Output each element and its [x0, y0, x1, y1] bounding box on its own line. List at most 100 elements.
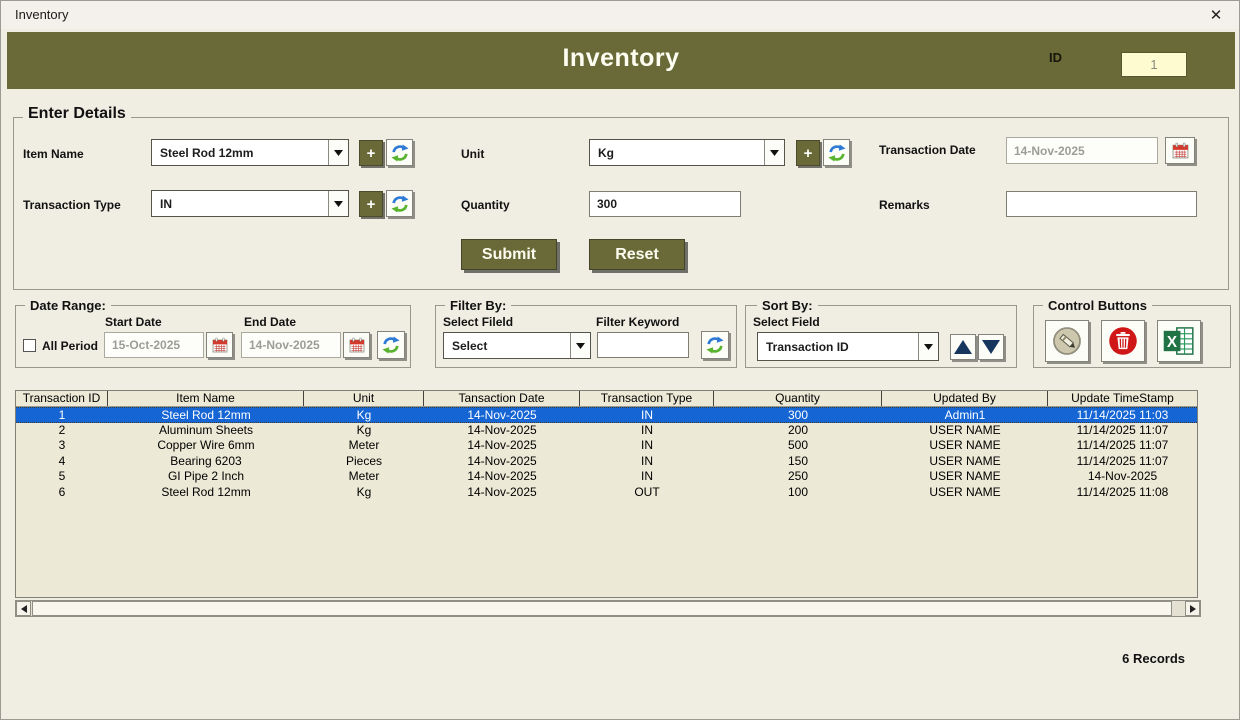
filter-by-legend: Filter By:: [445, 298, 511, 313]
unit-label: Unit: [461, 147, 484, 161]
transaction-date-picker-button[interactable]: [1165, 137, 1195, 164]
table-cell: Meter: [304, 438, 424, 454]
table-row[interactable]: 3Copper Wire 6mmMeter14-Nov-2025IN500USE…: [16, 438, 1197, 454]
all-period-checkbox[interactable]: [23, 339, 36, 352]
item-name-value: Steel Rod 12mm: [152, 140, 328, 165]
refresh-units-button[interactable]: [823, 139, 850, 166]
chevron-down-icon[interactable]: [570, 333, 590, 358]
remarks-label: Remarks: [879, 198, 930, 212]
table-cell: 4: [16, 454, 108, 470]
edit-record-button[interactable]: [1045, 320, 1089, 362]
date-range-legend: Date Range:: [25, 298, 111, 313]
table-cell: 14-Nov-2025: [424, 438, 580, 454]
refresh-items-button[interactable]: [386, 139, 413, 166]
scroll-right-button[interactable]: [1185, 601, 1200, 616]
table-cell: 11/14/2025 11:08: [1048, 485, 1197, 501]
all-period-label: All Period: [42, 339, 98, 353]
table-cell: USER NAME: [882, 423, 1048, 439]
sort-descending-button[interactable]: [978, 334, 1004, 360]
scroll-left-button[interactable]: [16, 601, 31, 616]
table-cell: 100: [714, 485, 882, 501]
delete-record-button[interactable]: [1101, 320, 1145, 362]
table-row[interactable]: 5GI Pipe 2 InchMeter14-Nov-2025IN250USER…: [16, 469, 1197, 485]
reset-button[interactable]: Reset: [589, 239, 685, 270]
table-cell: Bearing 6203: [108, 454, 304, 470]
calendar-icon: [212, 337, 228, 353]
table-cell: Copper Wire 6mm: [108, 438, 304, 454]
sort-field-combobox[interactable]: Transaction ID: [757, 332, 939, 361]
transaction-date-input[interactable]: [1006, 137, 1158, 164]
apply-filter-button[interactable]: [701, 331, 729, 359]
scroll-left-icon: [21, 605, 27, 613]
table-row[interactable]: 1Steel Rod 12mmKg14-Nov-2025IN300Admin11…: [16, 407, 1197, 423]
filter-field-combobox[interactable]: Select: [443, 332, 591, 359]
column-header: Item Name: [108, 391, 304, 406]
table-row[interactable]: 2Aluminum SheetsKg14-Nov-2025IN200USER N…: [16, 423, 1197, 439]
table-cell: OUT: [580, 485, 714, 501]
transaction-type-combobox[interactable]: IN: [151, 190, 349, 217]
sort-ascending-button[interactable]: [950, 334, 976, 360]
add-transaction-type-button[interactable]: +: [359, 191, 383, 217]
table-header: Transaction IDItem NameUnitTansaction Da…: [16, 391, 1197, 407]
end-date-input[interactable]: [241, 332, 341, 358]
add-unit-button[interactable]: +: [796, 140, 820, 166]
item-name-combobox[interactable]: Steel Rod 12mm: [151, 139, 349, 166]
table-cell: 11/14/2025 11:07: [1048, 423, 1197, 439]
calendar-icon: [349, 337, 365, 353]
table-cell: 150: [714, 454, 882, 470]
unit-combobox[interactable]: Kg: [589, 139, 785, 166]
scrollbar-thumb[interactable]: [32, 601, 1172, 616]
horizontal-scrollbar[interactable]: [15, 600, 1201, 617]
start-date-picker-button[interactable]: [206, 332, 233, 358]
enter-details-legend: Enter Details: [23, 105, 131, 123]
header-band: Inventory ID 1: [7, 32, 1235, 89]
table-cell: USER NAME: [882, 438, 1048, 454]
id-label: ID: [1049, 50, 1062, 65]
export-excel-button[interactable]: X: [1157, 320, 1201, 362]
quantity-input[interactable]: [589, 191, 741, 217]
svg-text:X: X: [1167, 334, 1178, 351]
table-cell: Kg: [304, 485, 424, 501]
end-date-label: End Date: [244, 315, 296, 329]
refresh-date-range-button[interactable]: [377, 331, 405, 359]
refresh-transaction-types-button[interactable]: [386, 190, 413, 217]
sort-select-field-label: Select Field: [753, 315, 820, 329]
remarks-input[interactable]: [1006, 191, 1197, 217]
table-cell: 14-Nov-2025: [424, 485, 580, 501]
table-cell: USER NAME: [882, 454, 1048, 470]
refresh-icon: [382, 336, 400, 354]
refresh-icon: [391, 144, 409, 162]
add-item-button[interactable]: +: [359, 140, 383, 166]
table-cell: 14-Nov-2025: [424, 469, 580, 485]
table-cell: Kg: [304, 423, 424, 439]
submit-button[interactable]: Submit: [461, 239, 557, 270]
chevron-down-icon[interactable]: [328, 140, 348, 165]
table-body: 1Steel Rod 12mmKg14-Nov-2025IN300Admin11…: [16, 407, 1197, 500]
refresh-icon: [391, 195, 409, 213]
chevron-down-icon[interactable]: [328, 191, 348, 216]
table-cell: 14-Nov-2025: [424, 454, 580, 470]
control-buttons-legend: Control Buttons: [1043, 298, 1152, 313]
table-row[interactable]: 4Bearing 6203Pieces14-Nov-2025IN150USER …: [16, 454, 1197, 470]
table-cell: 200: [714, 423, 882, 439]
end-date-picker-button[interactable]: [343, 332, 370, 358]
column-header: Transaction Type: [580, 391, 714, 406]
start-date-input[interactable]: [104, 332, 204, 358]
table-cell: Aluminum Sheets: [108, 423, 304, 439]
chevron-down-icon[interactable]: [764, 140, 784, 165]
filter-keyword-input[interactable]: [597, 332, 689, 358]
refresh-icon: [828, 144, 846, 162]
window-title: Inventory: [15, 7, 68, 22]
table-row[interactable]: 6Steel Rod 12mmKg14-Nov-2025OUT100USER N…: [16, 485, 1197, 501]
title-bar: Inventory ✕: [1, 1, 1239, 29]
table-cell: 500: [714, 438, 882, 454]
close-icon[interactable]: ✕: [1203, 4, 1229, 26]
table-cell: 5: [16, 469, 108, 485]
column-header: Unit: [304, 391, 424, 406]
table-cell: IN: [580, 408, 714, 422]
transaction-type-label: Transaction Type: [23, 198, 121, 212]
chevron-down-icon[interactable]: [918, 333, 938, 360]
filter-select-field-label: Select Fileld: [443, 315, 513, 329]
table-cell: 6: [16, 485, 108, 501]
record-count-label: 6 Records: [1021, 651, 1185, 666]
